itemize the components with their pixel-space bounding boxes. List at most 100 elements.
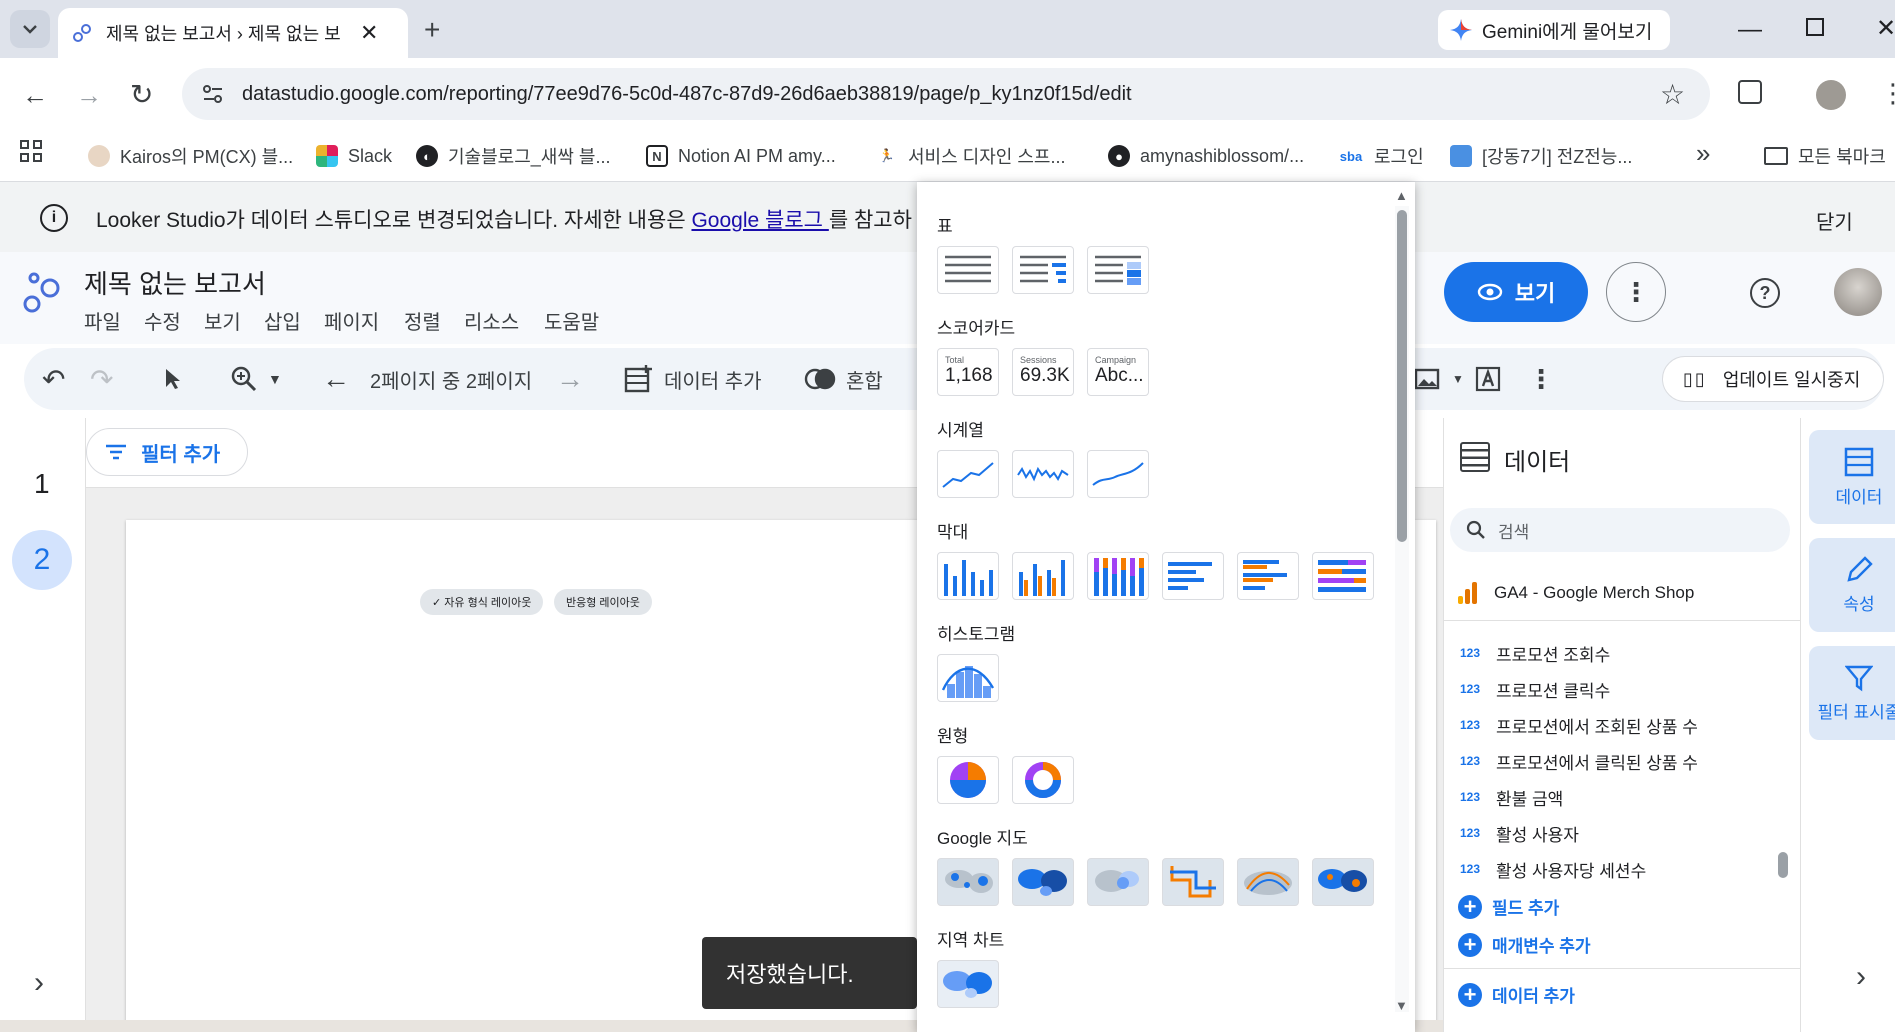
- forward-icon[interactable]: →: [76, 80, 102, 111]
- menu-item[interactable]: 파일: [84, 306, 121, 335]
- help-icon[interactable]: ?: [1750, 278, 1780, 308]
- field-item[interactable]: 123 프로모션에서 조회된 상품 수: [1460, 710, 1698, 740]
- image-icon[interactable]: ▼: [1414, 352, 1464, 406]
- gemini-button[interactable]: Gemini에게 물어보기: [1438, 10, 1670, 50]
- bookmark-service-design[interactable]: 🏃 서비스 디자인 스프...: [876, 136, 1066, 176]
- scorecard-option[interactable]: Total 1,168: [937, 348, 999, 396]
- report-title[interactable]: 제목 없는 보고서: [84, 264, 266, 301]
- more-bookmarks-icon[interactable]: »: [1696, 138, 1710, 169]
- data-source-item[interactable]: GA4 - Google Merch Shop: [1456, 580, 1694, 606]
- active-tab[interactable]: 제목 없는 보고서 › 제목 없는 보 ✕: [58, 8, 408, 58]
- rail-filter-bar-tab[interactable]: 필터 표시줄: [1809, 646, 1895, 740]
- scroll-down-icon[interactable]: ▼: [1395, 998, 1408, 1013]
- menu-item[interactable]: 도움말: [544, 306, 599, 335]
- profile-avatar[interactable]: [1816, 80, 1846, 110]
- bookmark-tech-blog[interactable]: ◐ 기술블로그_새싹 블...: [416, 136, 611, 176]
- looker-logo-icon[interactable]: [22, 270, 62, 314]
- apps-grid-icon[interactable]: [20, 140, 42, 162]
- pause-updates-button[interactable]: ▯▯ 업데이트 일시중지: [1662, 356, 1884, 402]
- picker-scroll-thumb[interactable]: [1397, 210, 1407, 542]
- column-chart-option[interactable]: [937, 552, 999, 600]
- page-1-item[interactable]: 1: [34, 468, 50, 500]
- select-cursor-icon[interactable]: [162, 352, 182, 406]
- menu-item[interactable]: 페이지: [324, 306, 379, 335]
- back-icon[interactable]: ←: [22, 80, 48, 111]
- close-tab-icon[interactable]: ✕: [360, 20, 378, 46]
- field-item[interactable]: 123 환불 금액: [1460, 782, 1563, 812]
- banner-close-button[interactable]: 닫기: [1816, 206, 1853, 235]
- field-item[interactable]: 123 프로모션 클릭수: [1460, 674, 1610, 704]
- bookmark-star-icon[interactable]: ☆: [1660, 78, 1685, 111]
- add-field-link[interactable]: + 필드 추가: [1458, 894, 1559, 919]
- all-bookmarks[interactable]: 모든 북마크: [1764, 136, 1886, 176]
- field-search-input[interactable]: 검색: [1450, 508, 1790, 552]
- site-info-icon[interactable]: [202, 84, 224, 104]
- bookmark-gangdong[interactable]: [강동7기] 전Z전능...: [1450, 136, 1632, 176]
- rail-properties-tab[interactable]: 속성: [1809, 538, 1895, 632]
- rail-data-tab[interactable]: 데이터: [1809, 430, 1895, 524]
- field-item[interactable]: 123 프로모션에서 클릭된 상품 수: [1460, 746, 1698, 776]
- pie-chart-option[interactable]: [937, 756, 999, 804]
- text-box-icon[interactable]: [1474, 352, 1502, 406]
- smoothed-time-series-option[interactable]: [1087, 450, 1149, 498]
- redo-icon[interactable]: ↷: [90, 352, 113, 406]
- undo-icon[interactable]: ↶: [42, 352, 65, 406]
- time-series-option[interactable]: [937, 450, 999, 498]
- bookmark-notion-ai[interactable]: N Notion AI PM amy...: [646, 136, 836, 176]
- bar-chart-option[interactable]: [1162, 552, 1224, 600]
- scorecard-compact-option[interactable]: Sessions 69.3K: [1012, 348, 1074, 396]
- zoom-dropdown-icon[interactable]: ▼: [268, 371, 282, 387]
- bookmark-sba-login[interactable]: sba 로그인: [1338, 136, 1424, 176]
- page-2-item[interactable]: 2: [12, 530, 72, 590]
- bookmark-kairos[interactable]: Kairos의 PM(CX) 블...: [88, 136, 293, 176]
- panel-add-data-link[interactable]: + 데이터 추가: [1458, 982, 1575, 1007]
- free-layout-chip[interactable]: ✓ 자유 형식 레이아웃: [420, 589, 544, 615]
- add-filter-button[interactable]: 필터 추가: [86, 428, 248, 476]
- collapse-panel-icon[interactable]: ›: [1856, 960, 1866, 994]
- menu-item[interactable]: 수정: [144, 306, 181, 335]
- field-item[interactable]: 123 활성 사용자당 세션수: [1460, 854, 1646, 884]
- url-field[interactable]: datastudio.google.com/reporting/77ee9d76…: [182, 68, 1710, 120]
- add-data-button[interactable]: 데이터 추가: [624, 352, 762, 406]
- restore-icon[interactable]: [1806, 18, 1824, 36]
- reload-icon[interactable]: ↻: [130, 78, 153, 111]
- account-avatar[interactable]: [1834, 268, 1882, 316]
- field-item[interactable]: 123 활성 사용자: [1460, 818, 1579, 848]
- menu-item[interactable]: 리소스: [464, 306, 519, 335]
- view-button[interactable]: 보기: [1444, 262, 1588, 322]
- toolbar-more-icon[interactable]: ⋮: [1528, 352, 1554, 406]
- filled-map-option[interactable]: [1012, 858, 1074, 906]
- field-list-scrollbar[interactable]: [1778, 852, 1788, 878]
- scorecard-text-option[interactable]: Campaign Abc...: [1087, 348, 1149, 396]
- sparkline-option[interactable]: [1012, 450, 1074, 498]
- browser-menu-icon[interactable]: ⋮: [1880, 78, 1895, 109]
- combo-map-option[interactable]: [1312, 858, 1374, 906]
- blend-button[interactable]: 혼합: [804, 352, 883, 406]
- connection-map-option[interactable]: [1237, 858, 1299, 906]
- menu-item[interactable]: 보기: [204, 306, 241, 335]
- stacked-column-chart-option[interactable]: [1087, 552, 1149, 600]
- scroll-up-icon[interactable]: ▲: [1395, 188, 1408, 203]
- stacked-bar-chart-option[interactable]: [1312, 552, 1374, 600]
- next-page-icon[interactable]: →: [556, 352, 584, 406]
- menu-item[interactable]: 정렬: [404, 306, 441, 335]
- grouped-column-chart-option[interactable]: [1012, 552, 1074, 600]
- banner-blog-link[interactable]: Google 블로그: [691, 209, 828, 232]
- table-heatmap-chart-option[interactable]: [1087, 246, 1149, 294]
- table-bars-chart-option[interactable]: [1012, 246, 1074, 294]
- bookmark-slack[interactable]: Slack: [316, 136, 392, 176]
- zoom-icon[interactable]: ▼: [230, 352, 282, 406]
- table-chart-option[interactable]: [937, 246, 999, 294]
- minimize-icon[interactable]: —: [1738, 16, 1762, 44]
- extensions-icon[interactable]: [1738, 80, 1762, 104]
- more-options-icon[interactable]: ⋮: [1606, 262, 1666, 322]
- geo-chart-option[interactable]: [937, 960, 999, 1008]
- field-item[interactable]: 123 프로모션 조회수: [1460, 638, 1610, 668]
- responsive-layout-chip[interactable]: 반응형 레이아웃: [554, 589, 652, 615]
- heatmap-map-option[interactable]: [1087, 858, 1149, 906]
- bookmark-github[interactable]: ● amynashiblossom/...: [1108, 136, 1304, 176]
- new-tab-button[interactable]: +: [424, 14, 440, 46]
- tab-list-button[interactable]: [10, 10, 50, 48]
- bubble-map-option[interactable]: [937, 858, 999, 906]
- expand-pages-icon[interactable]: ›: [34, 966, 44, 1000]
